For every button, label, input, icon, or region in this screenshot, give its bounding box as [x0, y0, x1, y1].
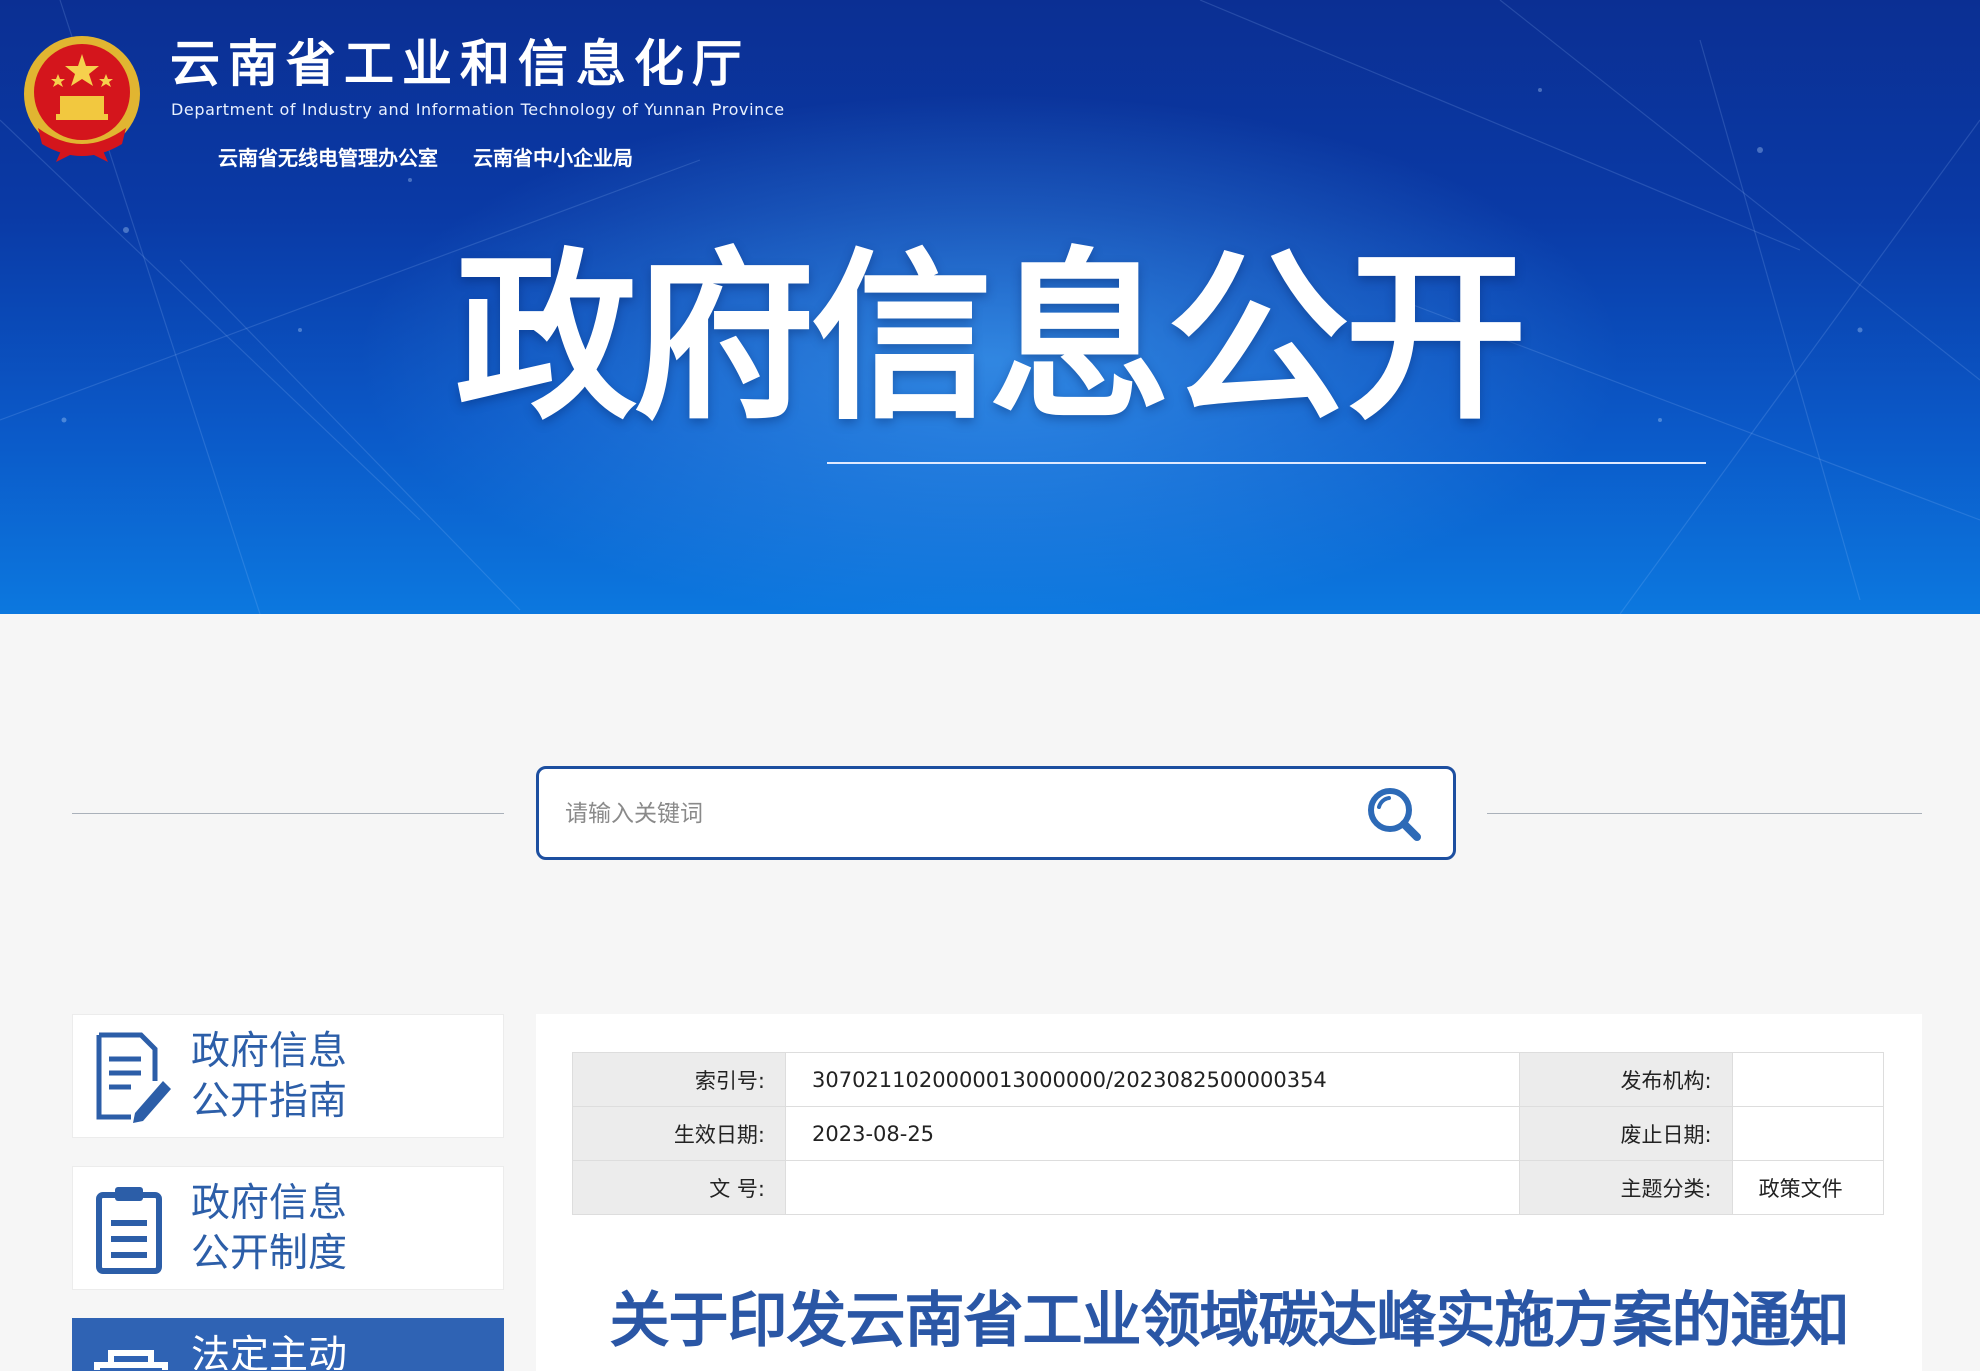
national-emblem	[24, 36, 140, 162]
meta-row: 索引号: 3070211020000013000000/2023082500000…	[572, 1052, 1885, 1107]
meta-value: 2023-08-25	[785, 1106, 1520, 1161]
meta-value	[1731, 1106, 1885, 1161]
search-input[interactable]	[563, 791, 1347, 837]
clipboard-list-icon	[96, 1187, 162, 1274]
folder-icon	[94, 1350, 168, 1370]
meta-key: 文 号:	[572, 1160, 786, 1215]
org-name-cn: 云南省工业和信息化厅	[170, 35, 750, 93]
sidebar-item-disclosure-system[interactable]: 政府信息 公开制度	[72, 1166, 504, 1290]
hero-underline	[827, 462, 1706, 464]
sidebar-item-label: 政府信息 公开制度	[191, 1181, 348, 1276]
meta-value	[1731, 1052, 1885, 1107]
meta-key: 发布机构:	[1518, 1052, 1733, 1107]
sub-office-links: 云南省无线电管理办公室 云南省中小企业局	[218, 142, 661, 171]
divider-right	[1487, 813, 1922, 814]
sub-office-link-sme[interactable]: 云南省中小企业局	[473, 146, 633, 170]
meta-row: 文 号: 主题分类: 政策文件	[572, 1160, 1885, 1215]
meta-row: 生效日期: 2023-08-25 废止日期:	[572, 1106, 1885, 1161]
meta-value: 政策文件	[1731, 1160, 1885, 1215]
org-name-en: Department of Industry and Information T…	[171, 100, 785, 119]
meta-key: 索引号:	[572, 1052, 786, 1107]
sidebar-item-label: 法定主动	[191, 1333, 348, 1371]
sidebar-item-label: 政府信息 公开指南	[191, 1029, 348, 1124]
divider-left	[72, 813, 504, 814]
sidebar-item-statutory-active[interactable]: 法定主动	[72, 1318, 504, 1371]
header-banner: 云南省工业和信息化厅 Department of Industry and In…	[0, 0, 1980, 614]
search-icon[interactable]	[1365, 785, 1423, 843]
meta-key: 废止日期:	[1518, 1106, 1733, 1161]
meta-value: 3070211020000013000000/2023082500000354	[785, 1052, 1520, 1107]
search-bar	[536, 766, 1456, 860]
document-title: 关于印发云南省工业领域碳达峰实施方案的通知	[609, 1286, 1850, 1356]
document-edit-icon	[96, 1032, 171, 1123]
document-meta-table: 索引号: 3070211020000013000000/2023082500000…	[572, 1052, 1885, 1215]
meta-key: 生效日期:	[572, 1106, 786, 1161]
document-panel: 索引号: 3070211020000013000000/2023082500000…	[536, 1014, 1922, 1371]
hero-title: 政府信息公开	[455, 232, 1527, 444]
meta-key: 主题分类:	[1518, 1160, 1733, 1215]
sidebar-item-disclosure-guide[interactable]: 政府信息 公开指南	[72, 1014, 504, 1138]
meta-value	[785, 1160, 1520, 1215]
sub-office-link-radio[interactable]: 云南省无线电管理办公室	[218, 146, 438, 170]
